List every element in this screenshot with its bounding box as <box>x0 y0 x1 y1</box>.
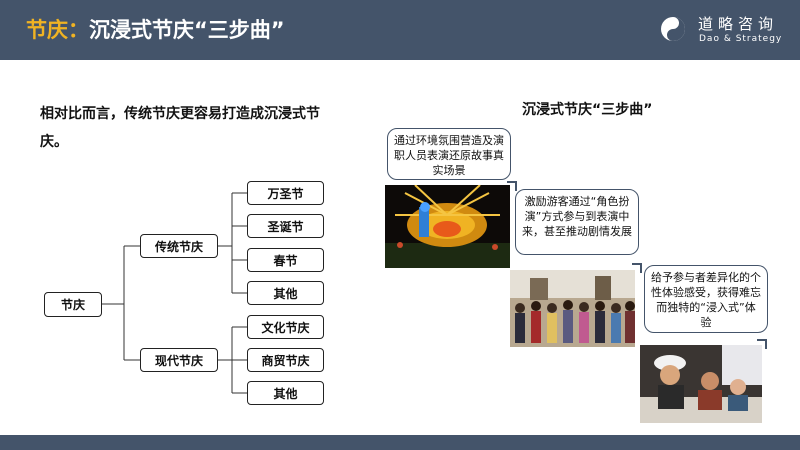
step1-corner-bracket <box>507 181 517 191</box>
tree-node-traditional: 传统节庆 <box>140 234 218 258</box>
tree-leaf-trade: 商贸节庆 <box>247 348 324 372</box>
step3-callout: 给予参与者差异化的个性体验感受，获得难忘而独特的“浸入式”体验 <box>644 265 768 333</box>
logo-text-cn: 道略咨询 <box>698 15 779 33</box>
title-main: 沉浸式节庆“三步曲” <box>89 18 285 42</box>
tree-leaf-modern-other: 其他 <box>247 381 324 405</box>
tree-leaf-traditional-other: 其他 <box>247 281 324 305</box>
tree-node-modern: 现代节庆 <box>140 348 218 372</box>
steps-title: 沉浸式节庆“三步曲” <box>522 102 653 118</box>
logo-icon <box>661 17 685 41</box>
tree-leaf-culture: 文化节庆 <box>247 315 324 339</box>
step2-callout: 激励游客通过“角色扮演”方式参与到表演中来，甚至推动剧情发展 <box>515 189 639 255</box>
step1-photo <box>385 185 510 268</box>
step2-corner-bracket <box>632 263 642 273</box>
step3-corner-bracket <box>757 339 767 349</box>
step1-callout: 通过环境氛围营造及演职人员表演还原故事真实场景 <box>387 128 511 180</box>
step3-photo <box>640 345 762 423</box>
tree-leaf-spring-festival: 春节 <box>247 248 324 272</box>
page-title: 节庆：沉浸式节庆“三步曲” <box>26 14 285 44</box>
step2-photo <box>510 270 635 347</box>
tree-root-festival: 节庆 <box>44 292 102 317</box>
logo-text-en: Dao & Strategy <box>699 34 783 44</box>
tree-leaf-christmas: 圣诞节 <box>247 214 324 238</box>
intro-text: 相对比而言，传统节庆更容易打造成沉浸式节庆。 <box>40 106 320 150</box>
tree-leaf-halloween: 万圣节 <box>247 181 324 205</box>
footer-bar <box>0 435 800 450</box>
title-accent: 节庆： <box>26 18 89 42</box>
